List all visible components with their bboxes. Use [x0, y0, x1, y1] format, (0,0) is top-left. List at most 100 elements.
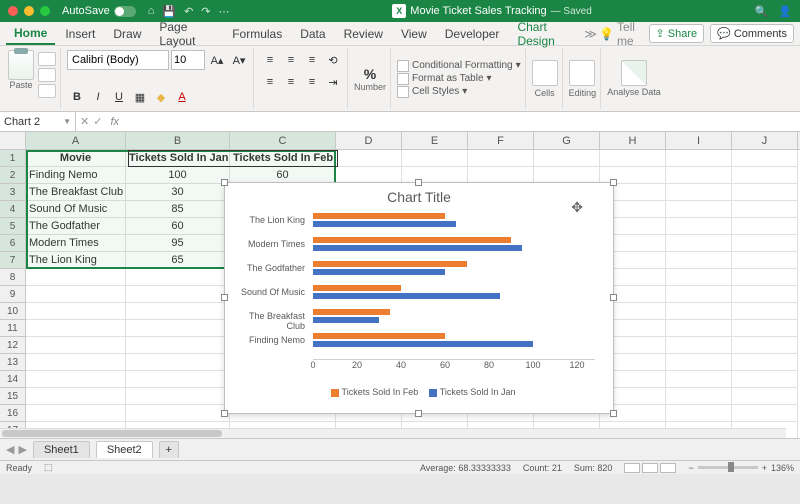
- row-header-4[interactable]: 4: [0, 201, 26, 218]
- cell-G1[interactable]: [534, 150, 600, 167]
- share-button[interactable]: ⇪Share: [649, 24, 705, 43]
- cell-B4[interactable]: 85: [126, 201, 230, 218]
- cell-J8[interactable]: [732, 269, 798, 286]
- cell-I8[interactable]: [666, 269, 732, 286]
- bar-series-0[interactable]: [313, 213, 445, 219]
- minimize-icon[interactable]: [24, 6, 34, 16]
- chart-title[interactable]: Chart Title: [225, 183, 613, 207]
- cell-J3[interactable]: [732, 184, 798, 201]
- horizontal-scrollbar[interactable]: [0, 428, 786, 438]
- align-bottom-icon[interactable]: ≡: [302, 50, 322, 70]
- cell-A10[interactable]: [26, 303, 126, 320]
- format-as-table-button[interactable]: Format as Table ▾: [397, 73, 521, 85]
- search-icon[interactable]: 🔍: [755, 5, 769, 18]
- page-layout-view-icon[interactable]: [642, 463, 658, 473]
- cell-C1[interactable]: Tickets Sold In Feb: [230, 150, 336, 167]
- bar-series-1[interactable]: [313, 341, 533, 347]
- page-break-view-icon[interactable]: [660, 463, 676, 473]
- cell-I3[interactable]: [666, 184, 732, 201]
- add-sheet-button[interactable]: +: [159, 441, 179, 458]
- row-header-3[interactable]: 3: [0, 184, 26, 201]
- underline-button[interactable]: U: [109, 87, 129, 107]
- cell-styles-button[interactable]: Cell Styles ▾: [397, 86, 521, 98]
- sheet-prev-icon[interactable]: ◀: [6, 443, 14, 456]
- cut-icon[interactable]: [38, 52, 56, 66]
- cell-I1[interactable]: [666, 150, 732, 167]
- cell-A6[interactable]: Modern Times: [26, 235, 126, 252]
- resize-handle-n[interactable]: [415, 179, 422, 186]
- cell-D1[interactable]: [336, 150, 402, 167]
- tell-me[interactable]: 💡Tell me: [599, 20, 645, 48]
- cell-I9[interactable]: [666, 286, 732, 303]
- scrollbar-thumb[interactable]: [2, 430, 222, 437]
- row-header-16[interactable]: 16: [0, 405, 26, 422]
- user-icon[interactable]: 👤: [778, 5, 792, 18]
- col-header-C[interactable]: C: [230, 132, 336, 149]
- cell-J12[interactable]: [732, 337, 798, 354]
- cell-B2[interactable]: 100: [126, 167, 230, 184]
- col-header-F[interactable]: F: [468, 132, 534, 149]
- bar-series-0[interactable]: [313, 237, 511, 243]
- cell-J6[interactable]: [732, 235, 798, 252]
- align-left-icon[interactable]: ≡: [260, 72, 280, 92]
- tab-chart-design[interactable]: Chart Design: [509, 17, 582, 51]
- cell-J4[interactable]: [732, 201, 798, 218]
- cell-J7[interactable]: [732, 252, 798, 269]
- resize-handle-nw[interactable]: [221, 179, 228, 186]
- zoom-in-icon[interactable]: +: [762, 463, 767, 473]
- cell-E1[interactable]: [402, 150, 468, 167]
- resize-handle-sw[interactable]: [221, 410, 228, 417]
- tab-data[interactable]: Data: [292, 24, 333, 44]
- cell-A5[interactable]: The Godfather: [26, 218, 126, 235]
- font-color-button[interactable]: A: [172, 87, 192, 107]
- row-header-8[interactable]: 8: [0, 269, 26, 286]
- cell-I7[interactable]: [666, 252, 732, 269]
- col-header-J[interactable]: J: [732, 132, 798, 149]
- tab-review[interactable]: Review: [336, 24, 391, 44]
- autosave-toggle[interactable]: AutoSave: [62, 5, 136, 17]
- cell-B16[interactable]: [126, 405, 230, 422]
- cell-I16[interactable]: [666, 405, 732, 422]
- tab-page-layout[interactable]: Page Layout: [151, 17, 222, 51]
- chevron-down-icon[interactable]: ▼: [63, 117, 71, 126]
- col-header-I[interactable]: I: [666, 132, 732, 149]
- cell-A13[interactable]: [26, 354, 126, 371]
- italic-button[interactable]: I: [88, 87, 108, 107]
- bar-series-0[interactable]: [313, 285, 401, 291]
- cell-J10[interactable]: [732, 303, 798, 320]
- cell-B12[interactable]: [126, 337, 230, 354]
- conditional-formatting-button[interactable]: Conditional Formatting ▾: [397, 60, 521, 72]
- cell-B3[interactable]: 30: [126, 184, 230, 201]
- row-header-14[interactable]: 14: [0, 371, 26, 388]
- bar-series-1[interactable]: [313, 293, 500, 299]
- formula-input[interactable]: [119, 116, 800, 128]
- bar-series-0[interactable]: [313, 309, 390, 315]
- row-header-6[interactable]: 6: [0, 235, 26, 252]
- accessibility-icon[interactable]: ⬚: [44, 462, 53, 473]
- cell-J15[interactable]: [732, 388, 798, 405]
- cell-J5[interactable]: [732, 218, 798, 235]
- cell-J1[interactable]: [732, 150, 798, 167]
- cancel-icon[interactable]: ✕: [80, 115, 89, 128]
- sheet-tab-2[interactable]: Sheet2: [96, 441, 153, 458]
- bar-series-1[interactable]: [313, 269, 445, 275]
- row-header-7[interactable]: 7: [0, 252, 26, 269]
- cell-B8[interactable]: [126, 269, 230, 286]
- align-middle-icon[interactable]: ≡: [281, 50, 301, 70]
- cell-A8[interactable]: [26, 269, 126, 286]
- col-header-D[interactable]: D: [336, 132, 402, 149]
- cell-B15[interactable]: [126, 388, 230, 405]
- enter-icon[interactable]: ✓: [93, 115, 102, 128]
- chart-legend[interactable]: Tickets Sold In Feb Tickets Sold In Jan: [225, 387, 613, 401]
- sheet-next-icon[interactable]: ▶: [18, 443, 26, 456]
- row-header-12[interactable]: 12: [0, 337, 26, 354]
- row-header-10[interactable]: 10: [0, 303, 26, 320]
- cell-I15[interactable]: [666, 388, 732, 405]
- bar-series-0[interactable]: [313, 333, 445, 339]
- chart-plot-area[interactable]: The Lion KingModern TimesThe GodfatherSo…: [225, 207, 613, 387]
- tab-formulas[interactable]: Formulas: [224, 24, 290, 44]
- cell-I13[interactable]: [666, 354, 732, 371]
- cell-J16[interactable]: [732, 405, 798, 422]
- cell-B9[interactable]: [126, 286, 230, 303]
- bold-button[interactable]: B: [67, 87, 87, 107]
